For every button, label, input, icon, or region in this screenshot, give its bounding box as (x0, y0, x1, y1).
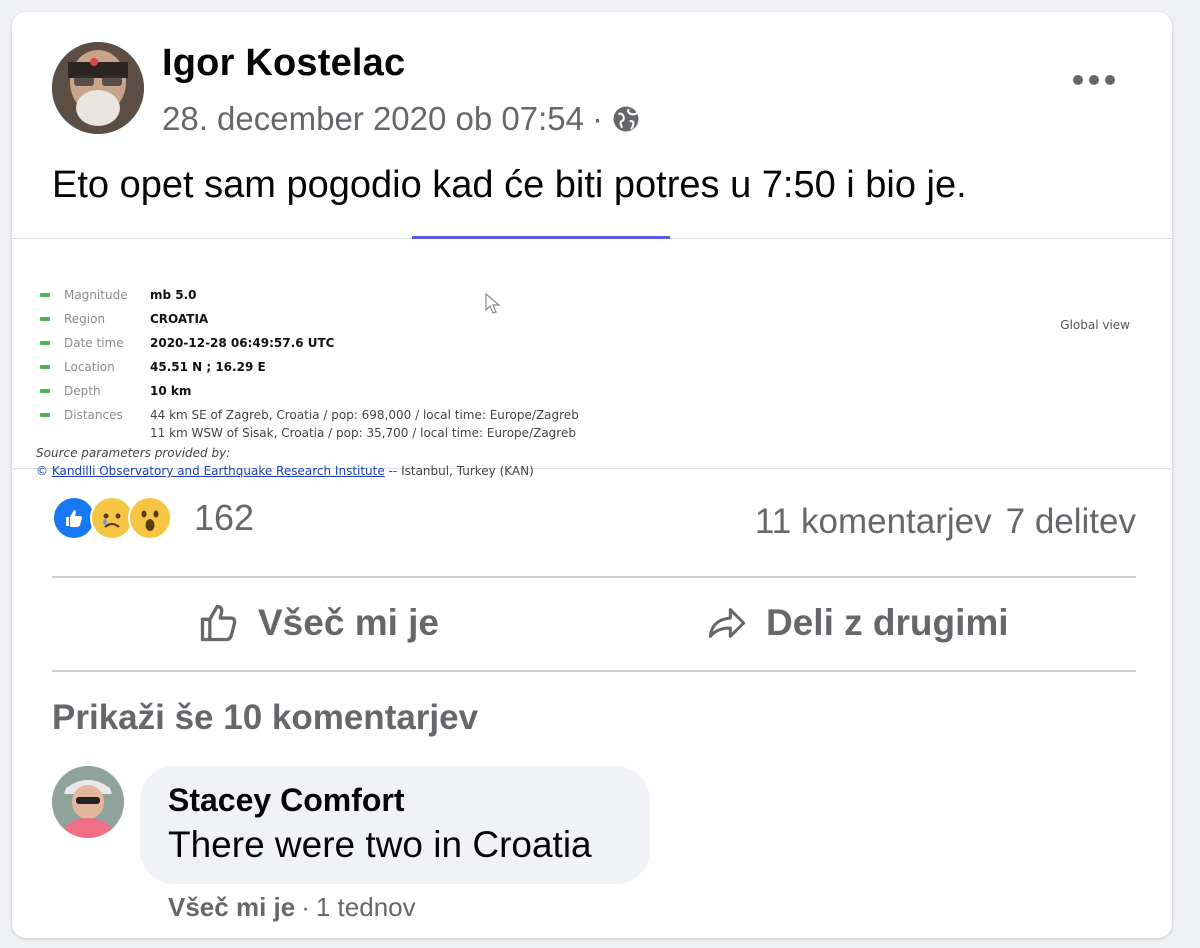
quake-source-link[interactable]: © Kandilli Observatory and Earthquake Re… (36, 464, 534, 478)
bullet-icon (40, 389, 50, 393)
post-card: Igor Kostelac 28. december 2020 ob 07:54… (12, 12, 1172, 938)
quake-label: Date time (64, 336, 124, 350)
more-icon (1073, 75, 1115, 85)
source-rest-text: -- Istanbul, Turkey (KAN) (388, 464, 534, 478)
quake-distance-line2: 11 km WSW of Sisak, Croatia / pop: 35,70… (150, 426, 576, 440)
quake-label: Distances (64, 408, 123, 422)
quake-label: Magnitude (64, 288, 128, 302)
bullet-icon (40, 293, 50, 297)
quake-row-magnitude: Magnitude mb 5.0 (40, 288, 197, 302)
quake-value: 10 km (150, 384, 192, 398)
meta-separator: · (592, 100, 603, 137)
shares-count[interactable]: 7 delitev (1006, 502, 1136, 542)
commenter-avatar[interactable] (52, 766, 124, 838)
like-button[interactable]: Všeč mi je (196, 590, 439, 656)
globe-icon (611, 104, 641, 134)
quake-row-distances: Distances 44 km SE of Zagreb, Croatia / … (40, 408, 579, 422)
author-name[interactable]: Igor Kostelac (162, 42, 405, 85)
share-icon (708, 608, 746, 638)
comment-bubble: Stacey Comfort There were two in Croatia (140, 766, 650, 884)
quake-value: 44 km SE of Zagreb, Croatia / pop: 698,0… (150, 408, 579, 422)
quake-source-label: Source parameters provided by: (36, 446, 231, 460)
link-bullet: © (36, 464, 52, 478)
quake-value: CROATIA (150, 312, 209, 326)
quake-label: Region (64, 312, 106, 326)
post-text: Eto opet sam pogodio kad će biti potres … (52, 164, 967, 206)
quake-row-location: Location 45.51 N ; 16.29 E (40, 360, 266, 374)
bullet-icon (40, 341, 50, 345)
reaction-count[interactable]: 162 (194, 497, 254, 539)
comment-separator: · (301, 892, 310, 922)
quake-label: Location (64, 360, 115, 374)
quake-value: 45.51 N ; 16.29 E (150, 360, 266, 374)
comment-like-button[interactable]: Všeč mi je (168, 892, 295, 923)
wow-icon (128, 496, 172, 540)
quake-value: mb 5.0 (150, 288, 197, 302)
commenter-name[interactable]: Stacey Comfort (168, 782, 405, 819)
quake-row-region: Region CROATIA (40, 312, 208, 326)
share-label: Deli z drugimi (766, 602, 1009, 643)
comment-actions: Všeč mi je · 1 tednov (168, 892, 416, 923)
post-timestamp[interactable]: 28. december 2020 ob 07:54 (162, 100, 584, 138)
comment-text: There were two in Croatia (168, 824, 592, 865)
comment-time[interactable]: 1 tednov (316, 892, 416, 923)
tab-indicator (412, 236, 670, 239)
author-avatar[interactable] (52, 42, 144, 134)
divider (52, 670, 1136, 672)
embedded-image[interactable]: Magnitude mb 5.0 Region CROATIA Date tim… (12, 240, 1172, 478)
post-meta: 28. december 2020 ob 07:54 · (162, 100, 641, 138)
quake-label: Depth (64, 384, 101, 398)
more-options-button[interactable] (1064, 60, 1124, 100)
show-more-comments-link[interactable]: Prikaži še 10 komentarjev (52, 698, 478, 738)
cursor-icon (484, 292, 502, 320)
share-button[interactable]: Deli z drugimi (704, 590, 1009, 656)
bullet-icon (40, 365, 50, 369)
global-view-link[interactable]: Global view (1060, 318, 1130, 332)
like-label: Všeč mi je (258, 602, 440, 643)
divider (52, 576, 1136, 578)
comments-count[interactable]: 11 komentarjev (755, 502, 992, 542)
bullet-icon (40, 413, 50, 417)
thumbs-up-icon (200, 604, 237, 642)
reactions-summary[interactable]: 162 (52, 496, 254, 540)
post-stats: 11 komentarjev 7 delitev (755, 502, 1136, 542)
quake-row-datetime: Date time 2020-12-28 06:49:57.6 UTC (40, 336, 334, 350)
bullet-icon (40, 317, 50, 321)
source-link-text[interactable]: Kandilli Observatory and Earthquake Rese… (52, 464, 385, 478)
quake-row-depth: Depth 10 km (40, 384, 191, 398)
quake-value: 2020-12-28 06:49:57.6 UTC (150, 336, 335, 350)
